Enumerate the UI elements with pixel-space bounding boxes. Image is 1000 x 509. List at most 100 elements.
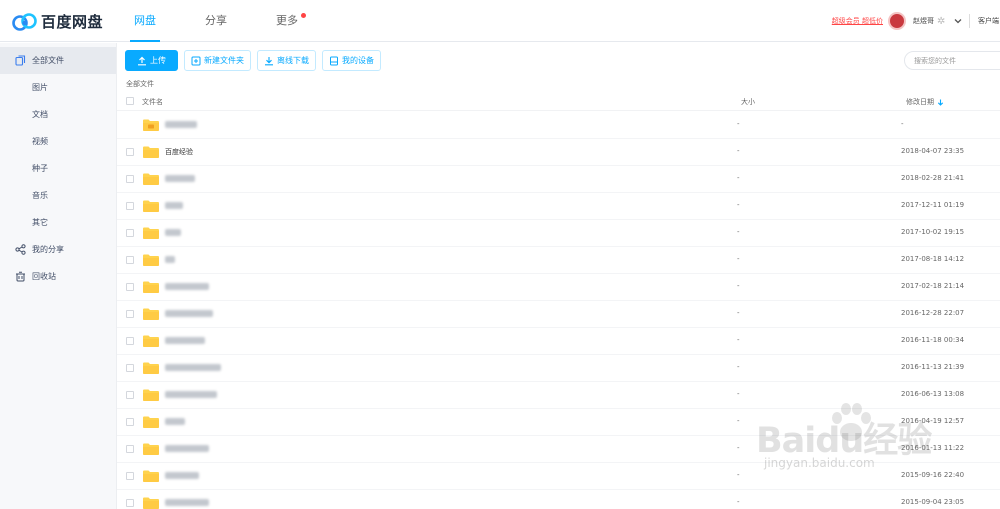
table-row[interactable]: -- (117, 112, 1000, 139)
sidebar-item-label: 图片 (32, 83, 48, 92)
nav-tab-share[interactable]: 分享 (195, 0, 237, 42)
header-user-area: 超级会员 超低价 赵煜哥 ✲ 客户端 (832, 0, 1000, 42)
app-logo[interactable]: 百度网盘 (12, 11, 103, 32)
table-row[interactable]: - 2015-09-04 23:05 (117, 490, 1000, 509)
table-row[interactable]: - 2017-12-11 01:19 (117, 193, 1000, 220)
blurred-file-name[interactable] (165, 499, 209, 506)
blurred-file-name[interactable] (165, 202, 183, 209)
blurred-file-name[interactable] (165, 445, 209, 452)
blurred-file-name[interactable] (165, 391, 217, 398)
file-modified-date: 2015-09-16 22:40 (901, 471, 965, 479)
table-row[interactable]: - 2016-01-13 11:22 (117, 436, 1000, 463)
folder-icon (143, 497, 159, 509)
table-row[interactable]: - 2017-08-18 14:12 (117, 247, 1000, 274)
row-checkbox[interactable] (126, 148, 134, 156)
sidebar-item-music[interactable]: 音乐 (0, 182, 116, 209)
row-checkbox[interactable] (126, 283, 134, 291)
file-size: - (737, 498, 740, 506)
row-checkbox[interactable] (126, 364, 134, 372)
file-size: - (737, 228, 740, 236)
file-modified-date: 2018-02-28 21:41 (901, 174, 965, 182)
sidebar-item-other[interactable]: 其它 (0, 209, 116, 236)
sidebar-item-documents[interactable]: 文档 (0, 101, 116, 128)
vip-promo-link[interactable]: 超级会员 超低价 (832, 16, 883, 26)
upload-icon (138, 56, 146, 65)
column-header-date[interactable]: 修改日期 (906, 97, 944, 107)
blurred-file-name[interactable] (165, 337, 205, 344)
row-checkbox[interactable] (126, 175, 134, 183)
row-checkbox[interactable] (126, 256, 134, 264)
main-content: 上传 新建文件夹 离线下载 我的设备 全部文件 文件名 (117, 43, 1000, 509)
sidebar-item-recycle-bin[interactable]: 回收站 (0, 263, 116, 290)
header-divider (969, 14, 970, 28)
row-checkbox[interactable] (126, 472, 134, 480)
blurred-file-name[interactable] (165, 229, 181, 236)
offline-download-button[interactable]: 离线下载 (257, 50, 316, 71)
blurred-file-name[interactable] (165, 310, 213, 317)
file-modified-date: 2018-04-07 23:35 (901, 147, 965, 155)
table-row[interactable]: - 2017-02-18 21:14 (117, 274, 1000, 301)
file-size: - (737, 336, 740, 344)
files-icon (15, 55, 26, 66)
sidebar-item-my-shares[interactable]: 我的分享 (0, 236, 116, 263)
file-modified-date: 2016-12-28 22:07 (901, 309, 965, 317)
folder-icon (143, 281, 159, 293)
new-folder-button[interactable]: 新建文件夹 (184, 50, 251, 71)
main-nav: 网盘 分享 更多 (124, 0, 337, 42)
row-checkbox[interactable] (126, 418, 134, 426)
upload-button[interactable]: 上传 (125, 50, 178, 71)
sidebar-item-videos[interactable]: 视频 (0, 128, 116, 155)
sidebar-item-all-files[interactable]: 全部文件 (0, 47, 116, 74)
table-row[interactable]: - 2016-06-13 13:08 (117, 382, 1000, 409)
folder-icon (143, 443, 159, 455)
user-name[interactable]: 赵煜哥 (913, 16, 934, 26)
column-header-size[interactable]: 大小 (741, 97, 755, 107)
sidebar-item-images[interactable]: 图片 (0, 74, 116, 101)
row-checkbox[interactable] (126, 310, 134, 318)
folder-icon (143, 416, 159, 428)
folder-icon (143, 335, 159, 347)
table-row[interactable]: - 2016-11-18 00:34 (117, 328, 1000, 355)
blurred-file-name[interactable] (165, 364, 221, 371)
file-modified-date: 2016-06-13 13:08 (901, 390, 965, 398)
client-download-link[interactable]: 客户端 (978, 16, 1000, 26)
column-header-name[interactable]: 文件名 (142, 97, 163, 107)
row-checkbox[interactable] (126, 499, 134, 507)
table-row[interactable]: - 2016-04-19 12:57 (117, 409, 1000, 436)
sidebar-item-label: 我的分享 (32, 245, 64, 254)
chevron-down-icon[interactable] (954, 17, 962, 25)
row-checkbox[interactable] (126, 445, 134, 453)
blurred-file-name[interactable] (165, 472, 199, 479)
logo-text: 百度网盘 (41, 13, 104, 31)
avatar[interactable] (888, 12, 906, 30)
my-devices-button[interactable]: 我的设备 (322, 50, 381, 71)
button-label: 我的设备 (342, 56, 374, 65)
file-size: - (737, 255, 740, 263)
sidebar-item-torrents[interactable]: 种子 (0, 155, 116, 182)
blurred-file-name[interactable] (165, 283, 209, 290)
row-checkbox[interactable] (126, 202, 134, 210)
blurred-file-name[interactable] (165, 418, 185, 425)
table-row[interactable]: - 2018-02-28 21:41 (117, 166, 1000, 193)
row-checkbox[interactable] (126, 337, 134, 345)
new-folder-icon (191, 56, 201, 65)
file-modified-date: - (901, 120, 904, 128)
row-checkbox[interactable] (126, 391, 134, 399)
row-checkbox[interactable] (126, 229, 134, 237)
file-size: - (737, 201, 740, 209)
table-row[interactable]: - 2016-11-13 21:39 (117, 355, 1000, 382)
blurred-file-name[interactable] (165, 256, 175, 263)
search-input[interactable] (905, 52, 1000, 69)
nav-tab-more[interactable]: 更多 (266, 0, 308, 42)
file-name[interactable]: 百度经验 (165, 147, 193, 157)
table-row[interactable]: - 2017-10-02 19:15 (117, 220, 1000, 247)
select-all-checkbox[interactable] (126, 97, 134, 105)
blurred-file-name[interactable] (165, 175, 195, 182)
nav-tab-netdisk[interactable]: 网盘 (124, 0, 166, 42)
folder-icon (143, 227, 159, 239)
table-row[interactable]: - 2015-09-16 22:40 (117, 463, 1000, 490)
sidebar: 全部文件 图片 文档 视频 种子 音乐 其它 我的分享 回收站 (0, 43, 117, 509)
table-row[interactable]: 百度经验 - 2018-04-07 23:35 (117, 139, 1000, 166)
blurred-file-name[interactable] (165, 121, 197, 128)
table-row[interactable]: - 2016-12-28 22:07 (117, 301, 1000, 328)
